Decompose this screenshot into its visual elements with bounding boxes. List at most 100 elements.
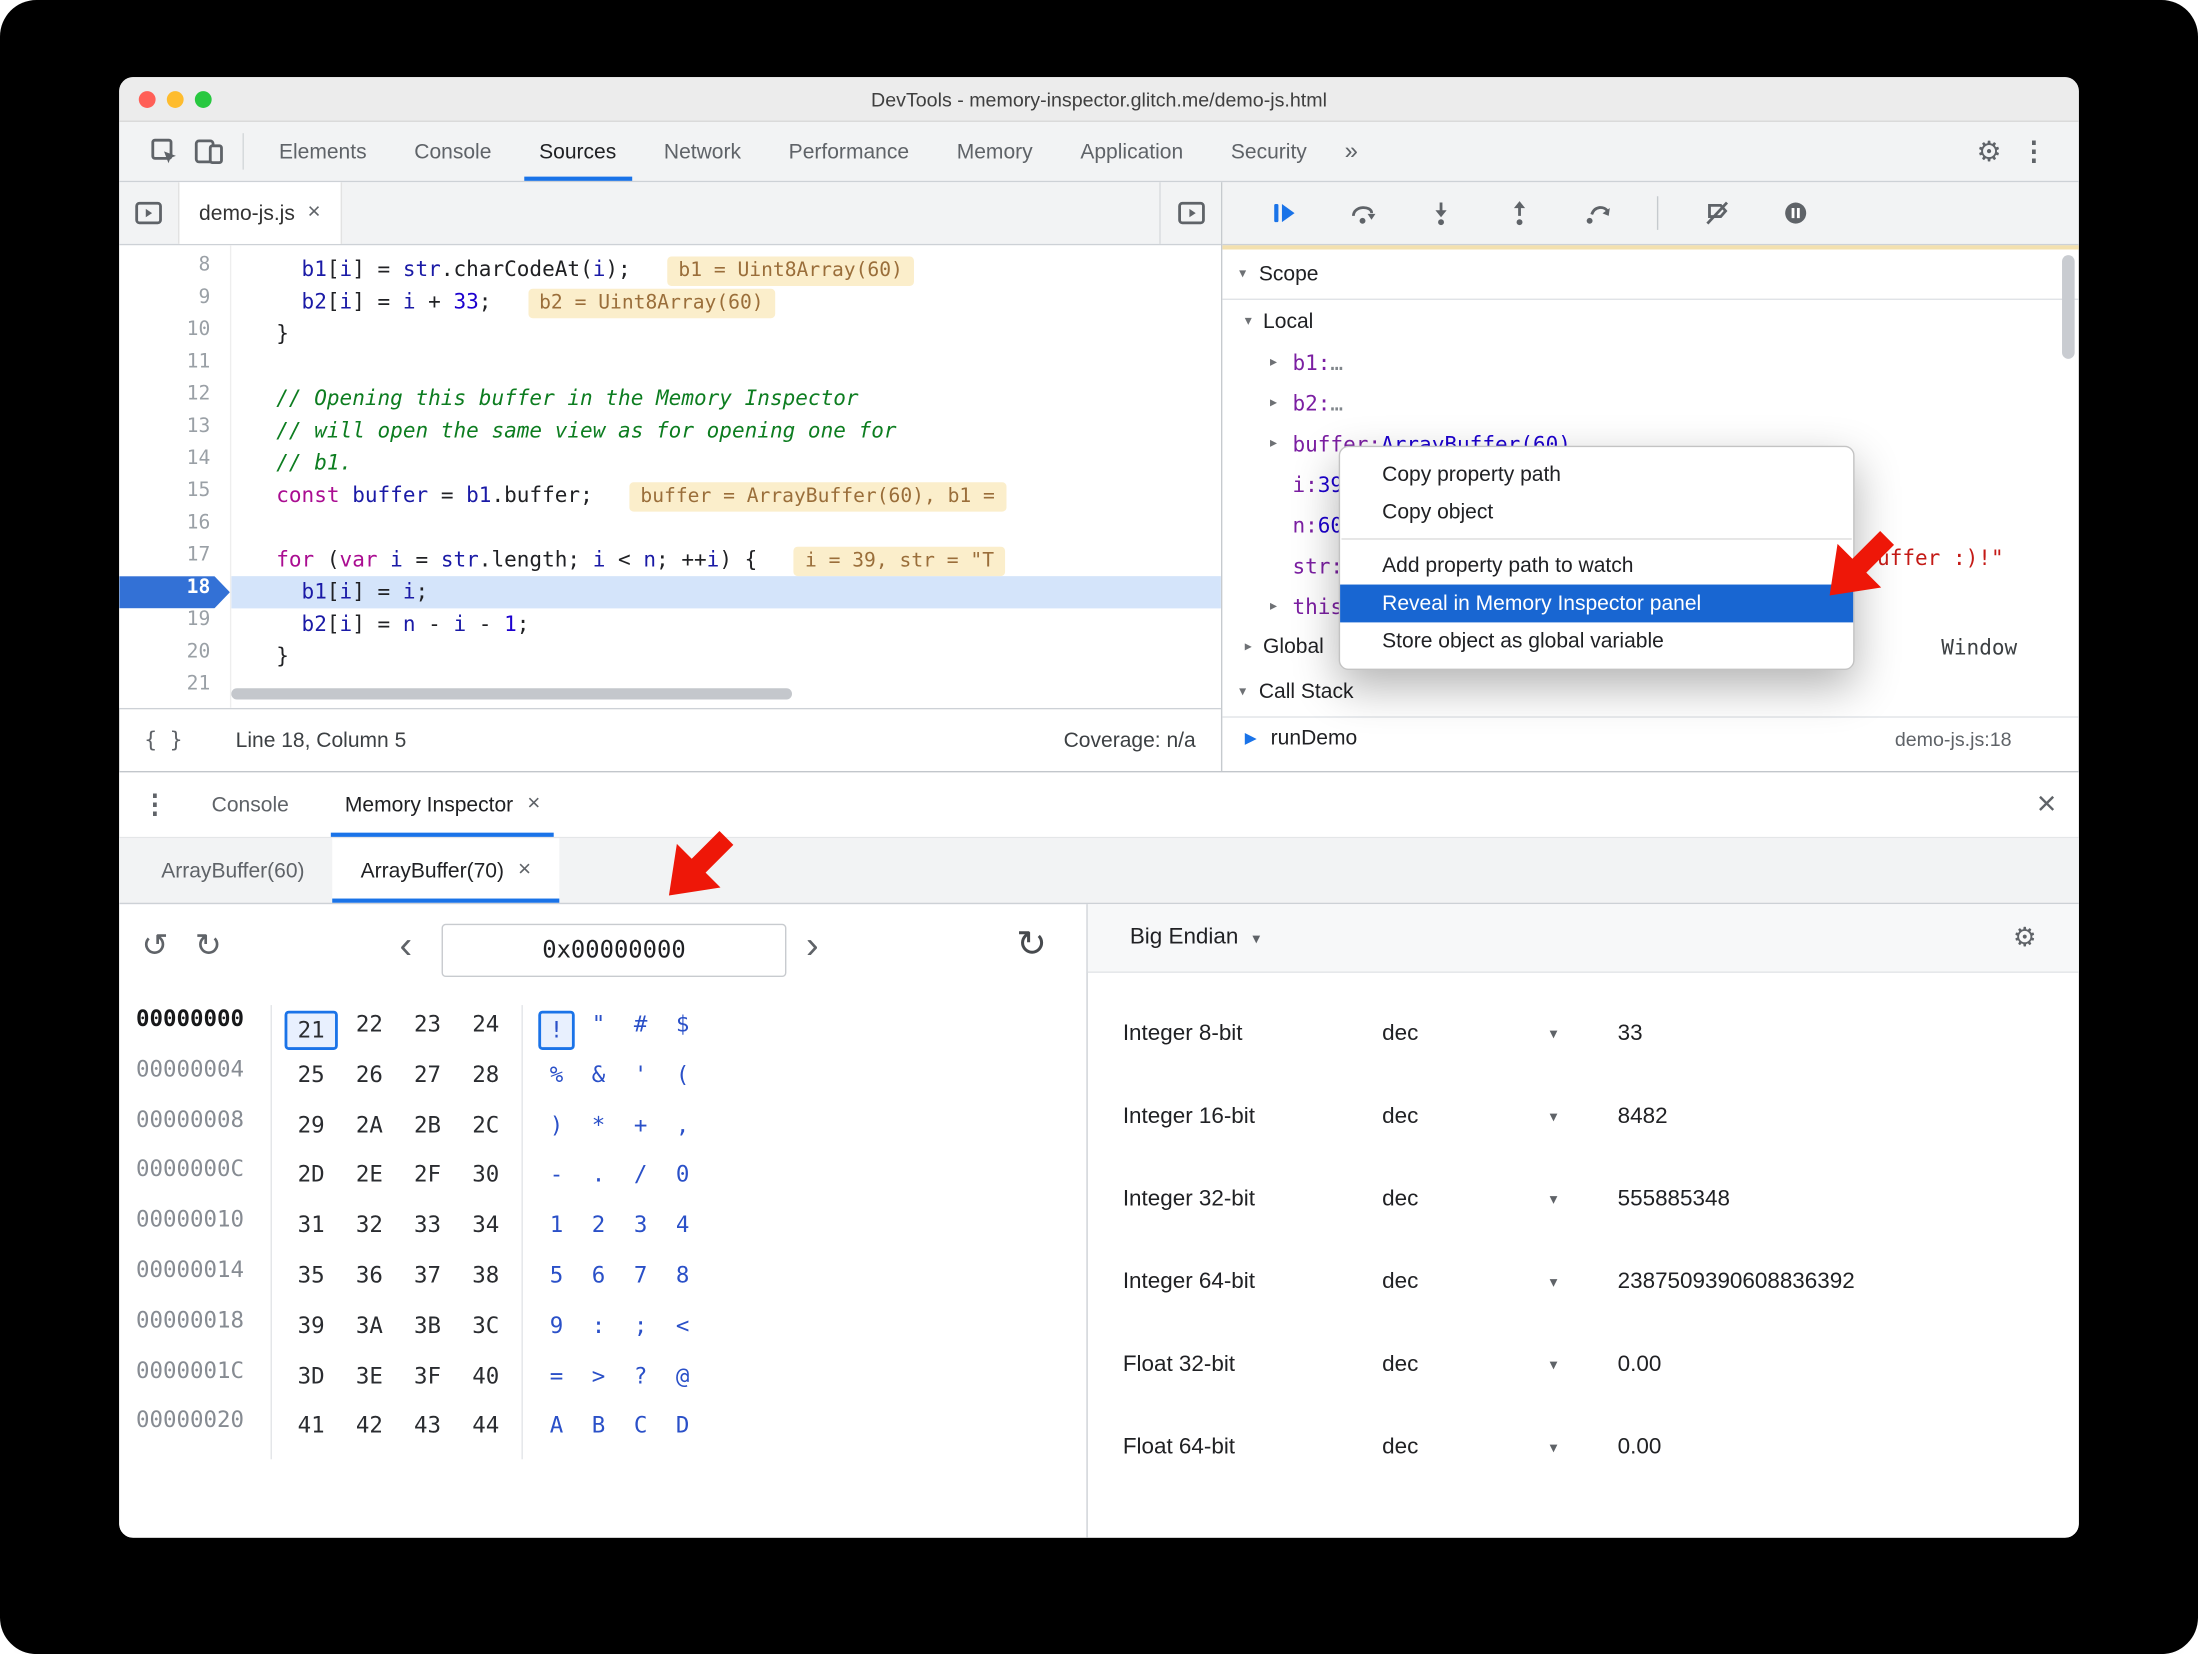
editor-horizontal-scrollbar[interactable] <box>231 688 793 700</box>
code-line[interactable]: const buffer = b1.buffer; buffer = ArrayB… <box>231 479 1221 512</box>
memory-byte[interactable]: 33 <box>401 1211 454 1250</box>
gutter-line-number[interactable]: 20 <box>119 641 230 673</box>
expand-arrow-icon[interactable]: ▸ <box>1270 599 1292 614</box>
value-mode-dropdown[interactable]: dec ▾ <box>1382 1021 1571 1046</box>
endianness-dropdown[interactable]: Big Endian <box>1130 925 1238 950</box>
drawer-menu-kebab-icon[interactable]: ⋮ <box>142 789 184 821</box>
gutter-line-number[interactable]: 16 <box>119 512 230 544</box>
memory-byte[interactable]: 29 <box>285 1111 338 1150</box>
gutter-line-number[interactable]: 19 <box>119 608 230 640</box>
memory-byte[interactable]: 21 <box>284 1010 338 1050</box>
memory-byte[interactable]: 2C <box>459 1111 512 1150</box>
memory-byte[interactable]: 34 <box>459 1211 512 1250</box>
resume-script-icon[interactable] <box>1262 191 1307 236</box>
memory-byte[interactable]: 30 <box>459 1161 512 1200</box>
memory-byte[interactable]: 3F <box>401 1362 454 1401</box>
memory-byte[interactable]: 2B <box>401 1111 454 1150</box>
memory-byte[interactable]: 43 <box>401 1412 454 1451</box>
memory-ascii-char[interactable]: 7 <box>622 1262 658 1301</box>
menu-item-copy-property-path[interactable]: Copy property path <box>1340 456 1853 494</box>
memory-ascii-char[interactable]: + <box>622 1111 658 1150</box>
gutter-line-number[interactable]: 15 <box>119 479 230 511</box>
code-line[interactable]: b1[i] = i; <box>231 576 1221 609</box>
memory-ascii-char[interactable]: A <box>538 1412 574 1451</box>
memory-ascii-char[interactable]: # <box>622 1011 658 1050</box>
memory-ascii-char[interactable]: " <box>580 1011 616 1050</box>
device-toolbar-icon[interactable] <box>186 129 231 174</box>
gutter-line-number[interactable]: 14 <box>119 447 230 479</box>
memory-ascii-char[interactable]: 6 <box>580 1262 616 1301</box>
tab-sources[interactable]: Sources <box>515 122 640 181</box>
memory-ascii-char[interactable]: ; <box>622 1312 658 1351</box>
memory-byte[interactable]: 24 <box>459 1011 512 1050</box>
memory-ascii-char[interactable]: - <box>538 1161 574 1200</box>
memory-byte[interactable]: 3C <box>459 1312 512 1351</box>
code-line[interactable]: // will open the same view as for openin… <box>231 415 1221 447</box>
gutter-line-number[interactable]: 9 <box>119 286 230 318</box>
pretty-print-braces-icon[interactable]: { } <box>144 728 182 753</box>
memory-ascii-char[interactable]: 0 <box>664 1161 700 1200</box>
memory-tab-arraybuffer-60[interactable]: ArrayBuffer(60) <box>133 838 332 902</box>
memory-ascii-char[interactable]: : <box>580 1312 616 1351</box>
tab-application[interactable]: Application <box>1056 122 1207 181</box>
memory-ascii-char[interactable]: 4 <box>664 1211 700 1250</box>
memory-byte[interactable]: 32 <box>343 1211 396 1250</box>
memory-byte[interactable]: 42 <box>343 1412 396 1451</box>
menu-item-copy-object[interactable]: Copy object <box>1340 493 1853 531</box>
memory-byte[interactable]: 25 <box>285 1061 338 1100</box>
memory-ascii-char[interactable]: 1 <box>538 1211 574 1250</box>
memory-byte[interactable]: 22 <box>343 1011 396 1050</box>
memory-byte[interactable]: 2E <box>343 1161 396 1200</box>
memory-ascii-char[interactable]: , <box>664 1111 700 1150</box>
toggle-debugger-sidebar-icon[interactable] <box>1159 182 1221 244</box>
pause-on-exceptions-icon[interactable] <box>1773 191 1818 236</box>
memory-byte[interactable]: 3B <box>401 1312 454 1351</box>
memory-byte[interactable]: 3E <box>343 1362 396 1401</box>
close-drawer-icon[interactable]: × <box>2037 787 2057 822</box>
more-tabs-button[interactable]: » <box>1331 137 1372 165</box>
memory-byte[interactable]: 3A <box>343 1312 396 1351</box>
undo-icon[interactable]: ↺ <box>142 927 169 965</box>
file-tab-demo-js[interactable]: demo-js.js × <box>178 182 342 244</box>
memory-ascii-char[interactable]: 3 <box>622 1211 658 1250</box>
scope-section-header[interactable]: ▾ Scope <box>1222 250 2079 300</box>
code-line[interactable]: } <box>231 318 1221 350</box>
memory-ascii-char[interactable]: . <box>580 1161 616 1200</box>
code-line[interactable]: } <box>231 641 1221 673</box>
scope-local-group[interactable]: ▾ Local <box>1222 300 2078 342</box>
call-stack-section-header[interactable]: ▾ Call Stack <box>1222 667 2079 718</box>
memory-byte[interactable]: 2F <box>401 1161 454 1200</box>
memory-tab-arraybuffer-70[interactable]: ArrayBuffer(70) × <box>332 838 560 903</box>
memory-ascii-char[interactable]: C <box>622 1412 658 1451</box>
gutter-line-number[interactable]: 21 <box>119 673 230 705</box>
memory-ascii-char[interactable]: = <box>538 1362 574 1401</box>
code-line[interactable]: b2[i] = i + 33; b2 = Uint8Array(60) <box>231 286 1221 319</box>
redo-icon[interactable]: ↻ <box>195 927 222 965</box>
tab-memory[interactable]: Memory <box>933 122 1057 181</box>
memory-byte[interactable]: 36 <box>343 1262 396 1301</box>
memory-ascii-char[interactable]: 5 <box>538 1262 574 1301</box>
memory-ascii-char[interactable]: ! <box>538 1010 575 1050</box>
memory-byte[interactable]: 3D <box>285 1362 338 1401</box>
value-mode-dropdown[interactable]: dec ▾ <box>1382 1352 1571 1377</box>
refresh-icon[interactable]: ↻ <box>1016 922 1047 965</box>
value-mode-dropdown[interactable]: dec ▾ <box>1382 1187 1571 1212</box>
value-mode-dropdown[interactable]: dec ▾ <box>1382 1435 1571 1460</box>
memory-ascii-char[interactable]: 9 <box>538 1312 574 1351</box>
interpreter-settings-gear-icon[interactable]: ⚙ <box>2013 922 2037 954</box>
menu-item-store-object-as-global-variable[interactable]: Store object as global variable <box>1340 622 1853 660</box>
settings-gear-icon[interactable]: ⚙ <box>1967 129 2012 174</box>
memory-ascii-char[interactable]: ( <box>664 1061 700 1100</box>
drawer-tab-memory-inspector[interactable]: Memory Inspector × <box>317 772 568 837</box>
code-line[interactable]: b2[i] = n - i - 1; <box>231 608 1221 640</box>
memory-ascii-char[interactable]: * <box>580 1111 616 1150</box>
step-icon[interactable] <box>1576 191 1621 236</box>
code-line[interactable]: for (var i = str.length; i < n; ++i) {i … <box>231 544 1221 577</box>
scope-variable-b1[interactable]: ▸ b1: … <box>1222 342 2078 383</box>
drawer-tab-console[interactable]: Console <box>184 772 317 836</box>
gutter-line-number[interactable]: 8 <box>119 254 230 286</box>
memory-ascii-char[interactable]: > <box>580 1362 616 1401</box>
memory-byte[interactable]: 31 <box>285 1211 338 1250</box>
memory-ascii-char[interactable]: & <box>580 1061 616 1100</box>
gutter-line-number[interactable]: 12 <box>119 383 230 415</box>
